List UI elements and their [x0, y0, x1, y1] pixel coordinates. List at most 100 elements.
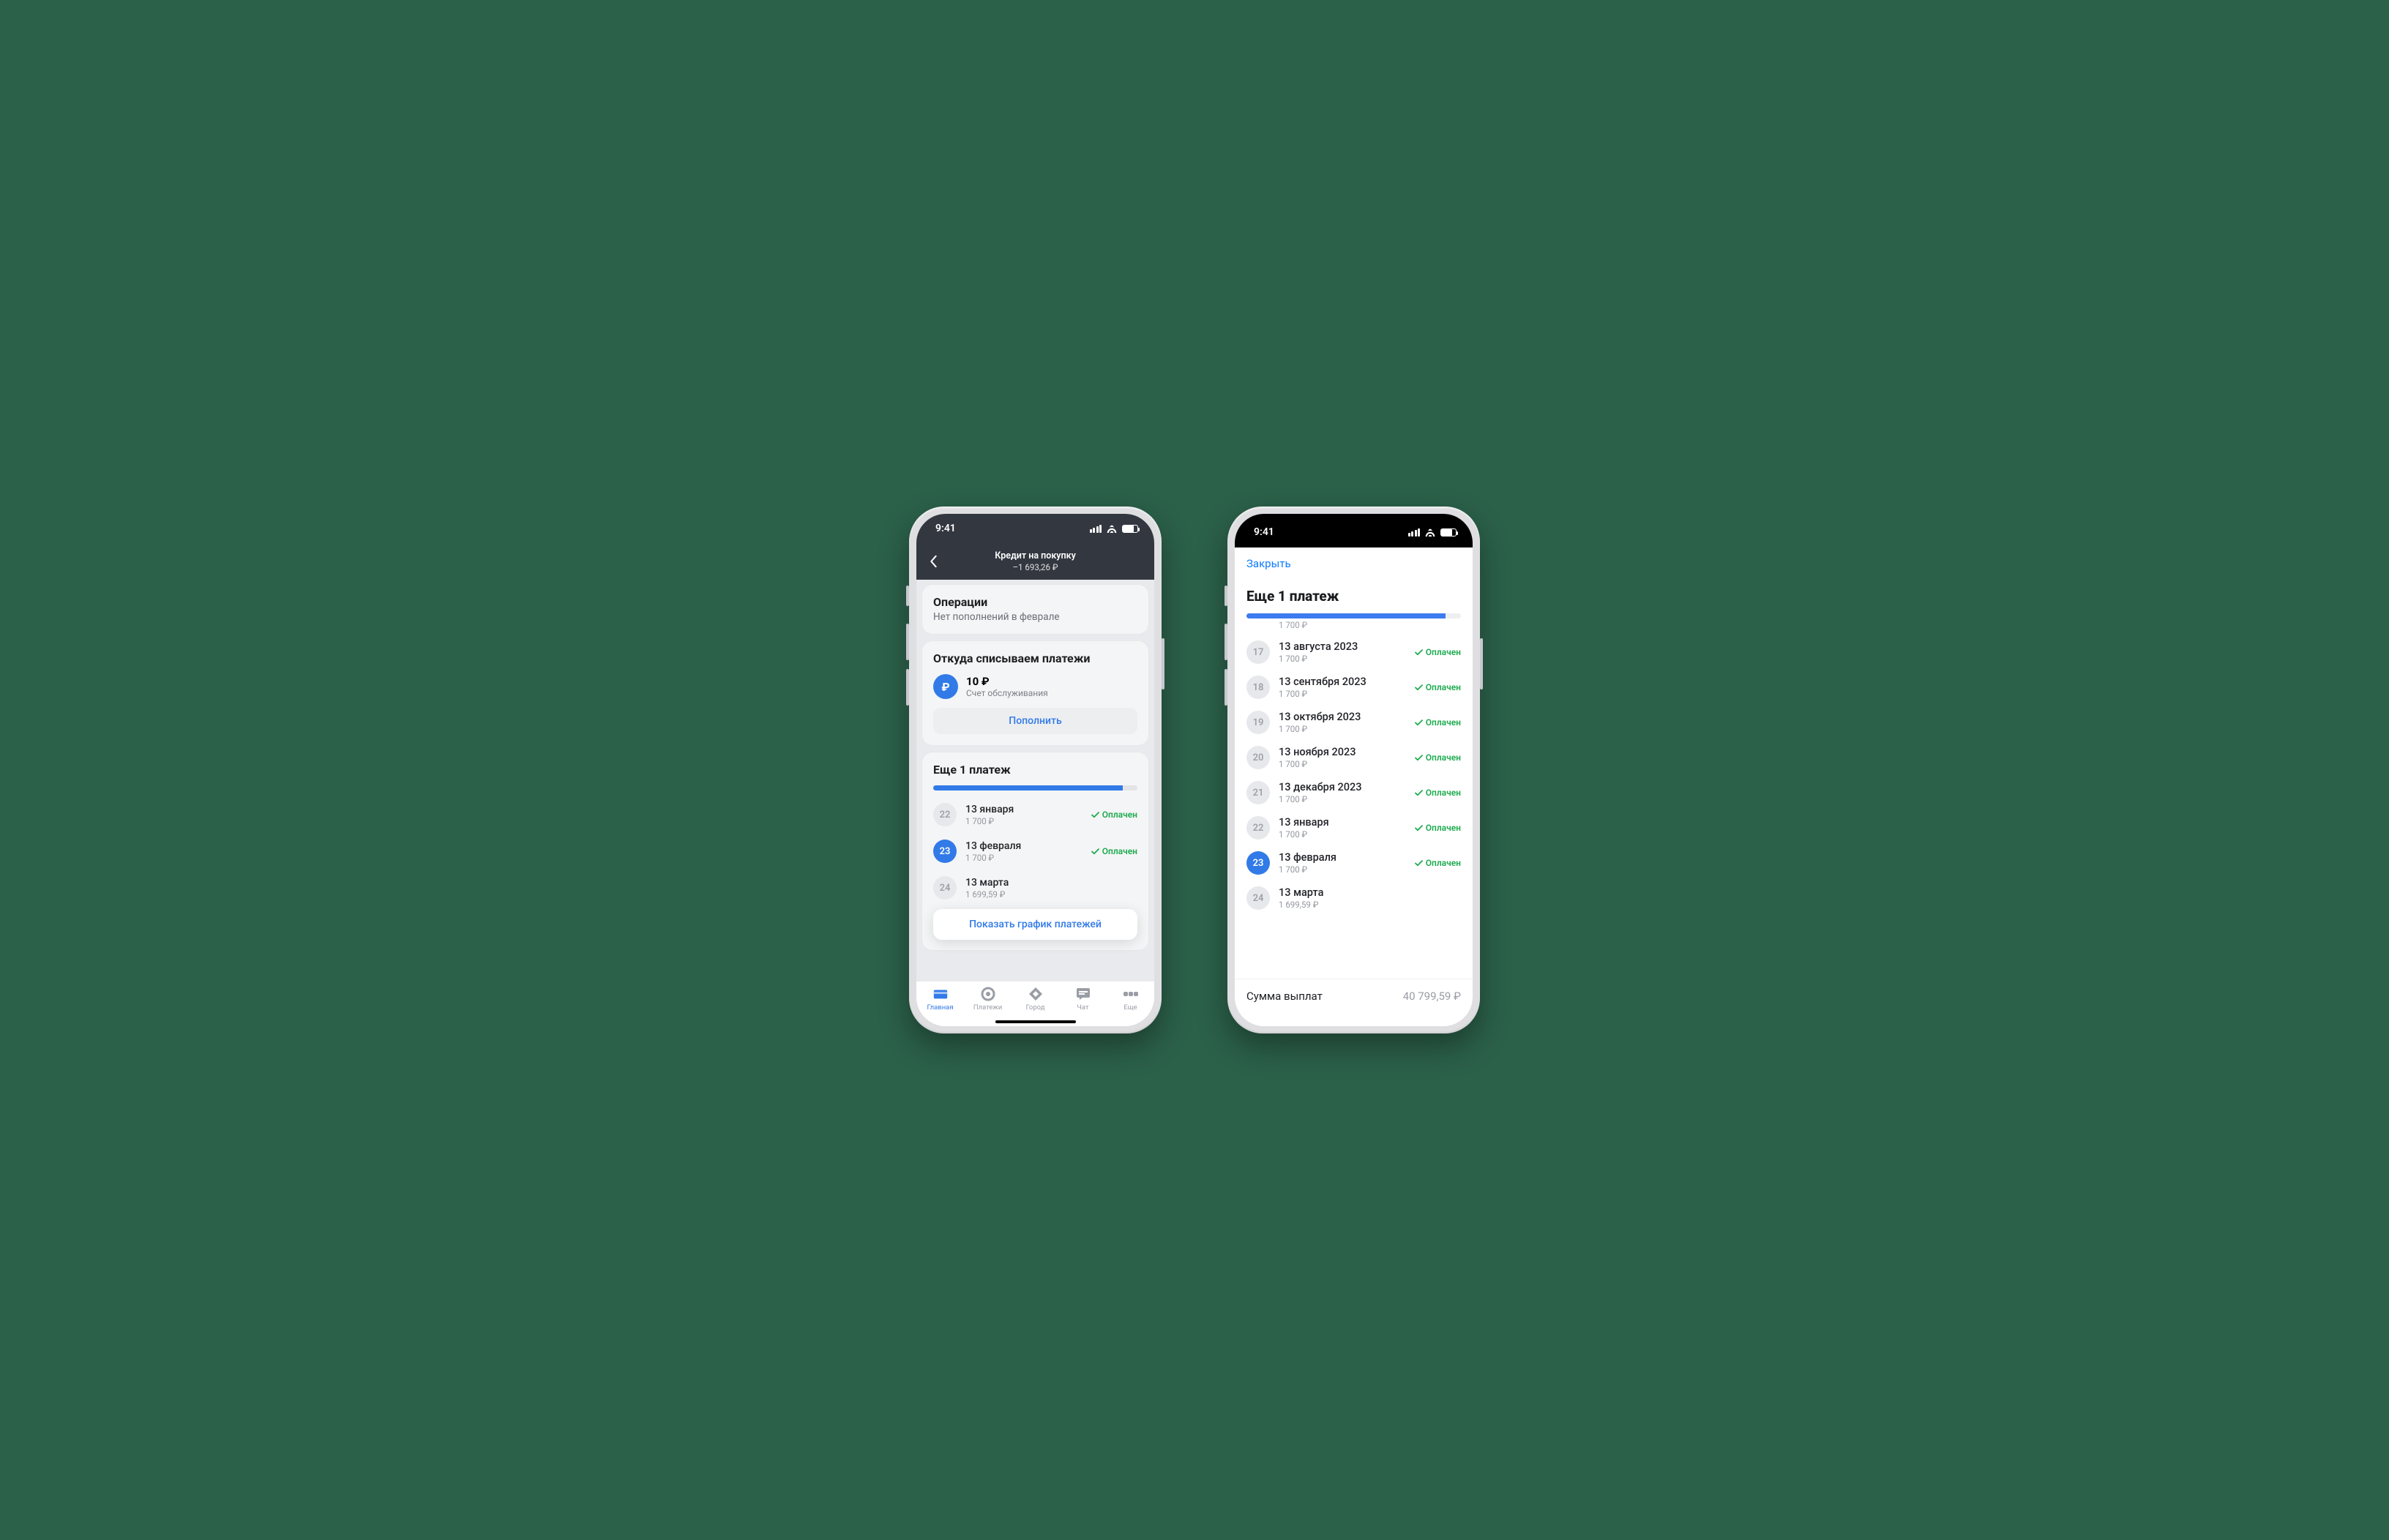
payment-source-title: Откуда списываем платежи — [933, 651, 1137, 665]
device-power-button — [1162, 638, 1164, 689]
paid-label: Оплачен — [1426, 788, 1461, 798]
schedule-progress — [1246, 613, 1461, 618]
home-icon — [932, 987, 949, 1001]
schedule-progress-fill — [1246, 613, 1446, 618]
paid-badge: Оплачен — [1415, 647, 1461, 657]
payment-row[interactable]: 2213 января1 700 ₽Оплачен — [933, 796, 1137, 833]
payment-amount: 1 700 ₽ — [1279, 689, 1406, 699]
paid-badge: Оплачен — [1091, 810, 1137, 820]
tab-city[interactable]: Город — [1014, 987, 1057, 1012]
operations-subtitle: Нет пополнений в феврале — [933, 611, 1137, 623]
ruble-icon: ₽ — [933, 674, 958, 699]
payment-row[interactable]: 2213 января1 700 ₽Оплачен — [1246, 810, 1461, 845]
status-time: 9:41 — [1254, 526, 1274, 538]
device-volume-down — [906, 669, 909, 706]
paid-label: Оплачен — [1426, 682, 1461, 692]
payment-index: 22 — [933, 803, 957, 826]
payment-amount: 1 700 ₽ — [1279, 864, 1406, 875]
schedule-progress — [933, 785, 1137, 790]
payment-index: 22 — [1246, 816, 1270, 840]
paid-badge: Оплачен — [1415, 823, 1461, 833]
payment-amount: 1 700 ₽ — [1279, 759, 1406, 769]
tab-chat[interactable]: Чат — [1062, 987, 1104, 1012]
wifi-icon — [1106, 524, 1118, 533]
schedule-card: Еще 1 платеж 2213 января1 700 ₽Оплачен23… — [922, 752, 1148, 950]
payment-amount: 1 699,59 ₽ — [965, 889, 1137, 900]
payment-row[interactable]: 2313 февраля1 700 ₽Оплачен — [933, 833, 1137, 870]
main-scroll[interactable]: Операции Нет пополнений в феврале Откуда… — [916, 580, 1154, 981]
nav-header: Кредит на покупку –1 693,26 ₽ — [916, 543, 1154, 580]
paid-label: Оплачен — [1102, 810, 1137, 820]
payment-amount: 1 700 ₽ — [1279, 620, 1461, 630]
payment-row[interactable]: 1713 августа 20231 700 ₽Оплачен — [1246, 635, 1461, 670]
payment-date: 13 октября 2023 — [1279, 711, 1406, 723]
cellular-icon — [1408, 528, 1421, 537]
topup-button[interactable]: Пополнить — [933, 708, 1137, 734]
status-time: 9:41 — [935, 523, 956, 534]
phone-mockup-a: 9:41 Кредит на покупку –1 693,26 ₽ Опера… — [909, 507, 1162, 1033]
payment-amount: 1 700 ₽ — [1279, 724, 1406, 734]
operations-card[interactable]: Операции Нет пополнений в феврале — [922, 585, 1148, 634]
tab-bar: Главная Платежи Город Чат — [916, 981, 1154, 1026]
payment-index: 23 — [933, 840, 957, 863]
battery-icon — [1440, 528, 1457, 537]
payment-index: 24 — [933, 876, 957, 900]
paid-label: Оплачен — [1426, 823, 1461, 833]
status-bar: 9:41 — [916, 514, 1154, 543]
payments-icon — [980, 987, 996, 1001]
nav-subtitle: –1 693,26 ₽ — [916, 562, 1154, 572]
city-icon — [1028, 987, 1044, 1001]
paid-badge: Оплачен — [1415, 752, 1461, 763]
paid-label: Оплачен — [1426, 752, 1461, 763]
device-mute-switch — [1225, 586, 1227, 606]
payment-index: 21 — [1246, 781, 1270, 804]
paid-label: Оплачен — [1426, 647, 1461, 657]
payment-row[interactable]: 2013 ноября 20231 700 ₽Оплачен — [1246, 740, 1461, 775]
home-indicator[interactable] — [995, 1020, 1076, 1023]
payment-date: 13 марта — [965, 877, 1137, 889]
paid-label: Оплачен — [1102, 846, 1137, 856]
payment-row[interactable]: 2313 февраля1 700 ₽Оплачен — [1246, 845, 1461, 881]
payment-row[interactable]: 24 13 марта1 699,59 ₽ — [933, 870, 1137, 906]
payment-index: 18 — [1246, 676, 1270, 699]
payment-source-card: Откуда списываем платежи ₽ 10 ₽ Счет обс… — [922, 641, 1148, 745]
payment-date: 13 сентября 2023 — [1279, 676, 1406, 688]
close-button[interactable]: Закрыть — [1246, 557, 1291, 570]
payment-amount: 1 700 ₽ — [1279, 654, 1406, 664]
account-amount: 10 ₽ — [966, 675, 1048, 688]
account-name: Счет обслуживания — [966, 688, 1048, 698]
payment-index: 24 — [1246, 886, 1270, 910]
device-power-button — [1480, 638, 1483, 689]
tab-home[interactable]: Главная — [919, 987, 962, 1012]
payment-amount: 1 700 ₽ — [1279, 794, 1406, 804]
tab-payments[interactable]: Платежи — [967, 987, 1009, 1012]
paid-badge: Оплачен — [1415, 682, 1461, 692]
payment-row[interactable]: 1913 октября 20231 700 ₽Оплачен — [1246, 705, 1461, 740]
payment-date: 13 августа 2023 — [1279, 640, 1406, 653]
payment-row[interactable]: 18 13 сентября 20231 700 ₽ Оплачен — [1246, 670, 1461, 705]
account-row[interactable]: ₽ 10 ₽ Счет обслуживания — [933, 674, 1137, 699]
battery-icon — [1122, 525, 1138, 533]
status-bar: 9:41 — [1235, 514, 1473, 547]
tab-more[interactable]: Еще — [1110, 987, 1152, 1012]
payment-amount: 1 700 ₽ — [1279, 829, 1406, 840]
schedule-title: Еще 1 платеж — [933, 763, 1137, 777]
payment-row[interactable]: 21 13 декабря 20231 700 ₽ Оплачен — [1246, 775, 1461, 810]
more-icon — [1123, 987, 1139, 1001]
show-schedule-button[interactable]: Показать график платежей — [933, 909, 1137, 940]
payment-row[interactable]: 2413 марта1 699,59 ₽ — [1246, 881, 1461, 916]
total-row: Сумма выплат 40 799,59 ₽ — [1235, 979, 1473, 1026]
payment-date: 13 февраля — [1279, 851, 1406, 864]
paid-badge: Оплачен — [1091, 846, 1137, 856]
device-mute-switch — [906, 586, 909, 606]
paid-badge: Оплачен — [1415, 858, 1461, 868]
tab-city-label: Город — [1026, 1003, 1045, 1012]
payment-date: 13 декабря 2023 — [1279, 781, 1406, 793]
paid-badge: Оплачен — [1415, 717, 1461, 728]
operations-title: Операции — [933, 595, 1137, 609]
schedule-list[interactable]: 1 700 ₽ 1713 августа 20231 700 ₽Оплачен1… — [1235, 618, 1473, 979]
tab-chat-label: Чат — [1077, 1003, 1088, 1012]
device-volume-up — [906, 624, 909, 660]
device-volume-down — [1225, 669, 1227, 706]
wifi-icon — [1424, 528, 1436, 537]
